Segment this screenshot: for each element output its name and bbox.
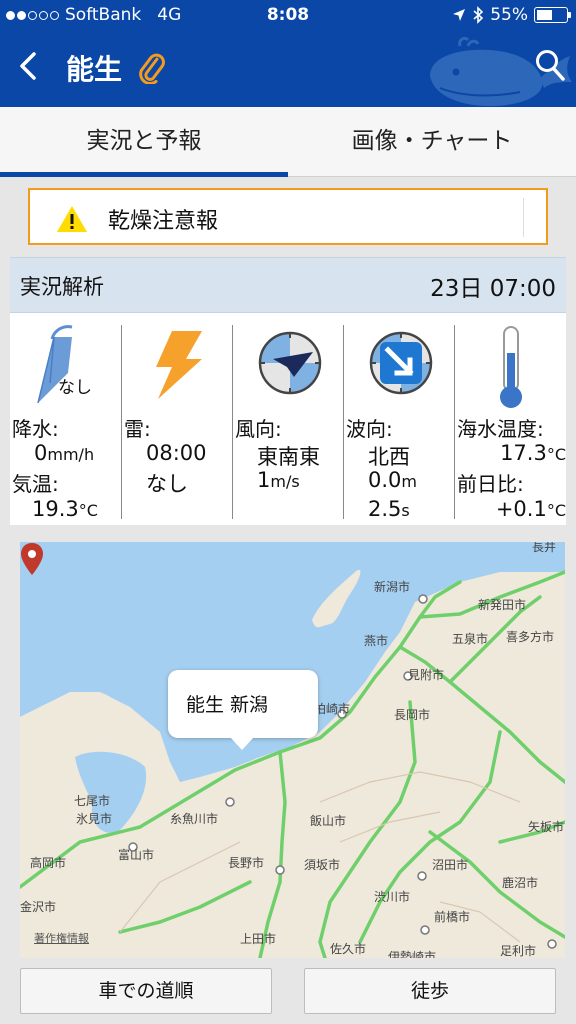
city-label: 鹿沼市 — [502, 876, 539, 890]
city-label: 佐久市 — [330, 942, 367, 956]
chevron-left-icon[interactable] — [14, 46, 44, 86]
battery-percent: 55% — [490, 5, 528, 25]
location-arrow-icon — [453, 9, 466, 21]
city-label: 糸魚川市 — [170, 812, 219, 826]
page-title: 能生 — [66, 53, 123, 86]
wind-direction: 東南東 — [257, 445, 320, 469]
wave-height: 0.0m — [368, 468, 417, 492]
city-label: 矢板市 — [528, 820, 565, 834]
city-label: 沼田市 — [432, 858, 469, 872]
car-route-button[interactable]: 車での道順 — [20, 968, 272, 1014]
warning-text: 乾燥注意報 — [108, 209, 219, 234]
city-label: 氷見市 — [76, 812, 113, 826]
analysis-datetime: 23日 07:00 — [430, 276, 556, 302]
app-header: SoftBank 4G 8:08 55% 能生 — [0, 0, 576, 107]
wind-compass-icon — [258, 331, 322, 395]
city-label: 渋川市 — [374, 890, 411, 904]
active-tab-indicator — [0, 172, 288, 177]
city-label: 七尾市 — [74, 794, 111, 808]
city-label: 見附市 — [408, 668, 445, 682]
lightning-icon — [156, 331, 202, 399]
thunder-value: なし — [146, 472, 188, 496]
city-label: 飯山市 — [310, 814, 347, 828]
wave-column: 波向: 北西 0.0m 2.5s — [344, 323, 455, 521]
city-label: 足利市 — [500, 944, 537, 958]
sea-temp-value: 17.3°C — [500, 441, 566, 465]
paperclip-icon[interactable] — [136, 50, 166, 84]
city-label: 伊勢崎市 — [388, 950, 437, 958]
map-pin-icon[interactable] — [20, 542, 44, 576]
precip-label: 降水: — [12, 417, 59, 441]
precip-icon-label: なし — [58, 378, 92, 398]
tab-images-charts[interactable]: 画像・チャート — [288, 107, 576, 177]
city-label: 長岡市 — [394, 708, 431, 722]
city-label: 長野市 — [228, 856, 265, 870]
precip-value: 0mm/h — [34, 441, 95, 465]
sea-temp-label: 海水温度: — [457, 417, 544, 441]
analysis-panel: なし 降水: 0mm/h 気温: 19.3°C 雷: 08:00 なし 風向: … — [10, 313, 566, 525]
search-icon[interactable] — [534, 48, 566, 82]
air-temp-label: 気温: — [12, 472, 59, 496]
city-label: 金沢市 — [20, 900, 57, 914]
map-view[interactable]: 長井 新潟市 新発田市 燕市 五泉市 喜多方市 見附市 柏崎市 長岡市 七尾市 … — [20, 542, 565, 958]
city-label: 五泉市 — [452, 632, 489, 646]
thunder-time: 08:00 — [146, 441, 207, 465]
city-label: 新発田市 — [478, 598, 527, 612]
copyright-link[interactable]: 著作権情報 — [34, 930, 89, 946]
wave-direction: 北西 — [368, 445, 410, 469]
warning-triangle-icon — [57, 206, 87, 232]
tab-bar: 実況と予報 画像・チャート — [0, 107, 576, 177]
popup-location: 能生 新潟 — [186, 694, 269, 716]
city-label: 喜多方市 — [506, 630, 555, 644]
divider — [523, 198, 524, 237]
status-bar: SoftBank 4G 8:08 55% — [0, 0, 576, 30]
city-label: 柏崎市 — [314, 702, 351, 716]
thermometer-icon — [500, 326, 522, 408]
city-label: 新潟市 — [374, 580, 411, 594]
bluetooth-icon — [473, 6, 484, 24]
tab-forecast[interactable]: 実況と予報 — [0, 107, 288, 177]
thunder-label: 雷: — [124, 417, 151, 441]
city-label: 燕市 — [364, 634, 389, 648]
wave-compass-icon — [369, 331, 433, 395]
battery-icon — [534, 7, 571, 23]
precip-column: なし 降水: 0mm/h 気温: 19.3°C — [10, 323, 121, 521]
analysis-title: 実況解析 — [20, 275, 104, 299]
city-label: 長井 — [532, 542, 557, 554]
city-label: 前橋市 — [434, 910, 471, 924]
walk-route-button[interactable]: 徒歩 — [304, 968, 556, 1014]
sea-temp-column: 海水温度: 17.3°C 前日比: +0.1°C — [455, 323, 566, 521]
city-label: 上田市 — [240, 932, 277, 946]
nav-bar: 能生 — [0, 30, 576, 107]
sea-temp-diff-label: 前日比: — [457, 472, 524, 496]
sea-temp-diff-value: +0.1°C — [495, 497, 566, 521]
analysis-header: 実況解析 23日 07:00 — [10, 257, 566, 313]
thunder-column: 雷: 08:00 なし — [122, 323, 233, 521]
wave-period: 2.5s — [368, 497, 410, 521]
map-popup[interactable]: 能生 新潟 — [168, 670, 318, 750]
city-label: 須坂市 — [304, 858, 341, 872]
wind-column: 風向: 東南東 1m/s — [233, 323, 344, 521]
air-temp-value: 19.3°C — [32, 497, 98, 521]
wave-label: 波向: — [346, 417, 393, 441]
city-label: 富山市 — [118, 848, 155, 862]
warning-banner[interactable]: 乾燥注意報 — [28, 188, 548, 245]
wind-speed: 1m/s — [257, 468, 300, 492]
city-label: 高岡市 — [30, 856, 67, 870]
wind-label: 風向: — [235, 417, 282, 441]
umbrella-icon — [37, 325, 73, 404]
